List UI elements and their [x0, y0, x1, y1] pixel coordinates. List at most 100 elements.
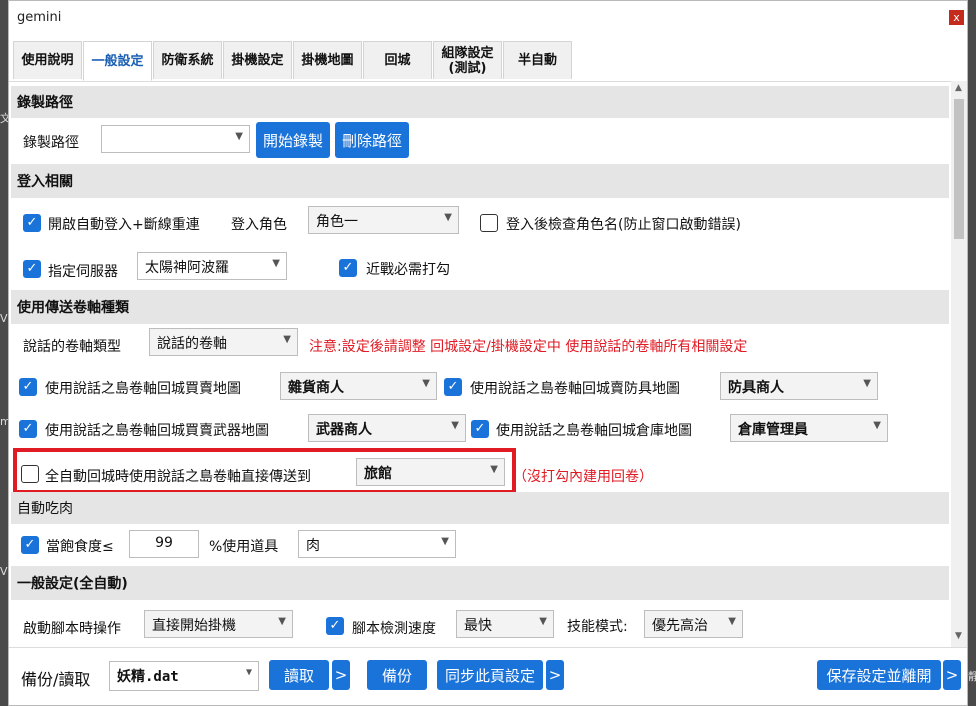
server-value: 太陽神阿波羅 — [145, 260, 229, 276]
satiety-input[interactable]: 99 — [129, 530, 199, 558]
window-title: gemini — [17, 10, 62, 25]
check-name-label: 登入後檢查角色名(防止窗口啟動錯誤) — [506, 217, 741, 233]
chevron-down-icon: ▼ — [539, 616, 547, 627]
start-action-value: 直接開始掛機 — [152, 618, 236, 634]
tab-return-town[interactable]: 回城 — [363, 41, 432, 79]
chevron-down-icon: ▼ — [278, 616, 286, 627]
scroll-up-icon[interactable]: ▲ — [955, 83, 962, 93]
title-bar: gemini x — [9, 1, 967, 35]
login-role-select[interactable]: 角色一 ▼ — [308, 206, 459, 234]
chevron-down-icon: ▼ — [283, 334, 291, 345]
login-role-value: 角色一 — [316, 214, 358, 230]
chevron-down-icon: ▼ — [451, 420, 459, 431]
chevron-down-icon: ▼ — [444, 212, 452, 223]
desktop-glyph: 靜 — [968, 670, 976, 683]
chevron-down-icon: ▼ — [441, 536, 449, 547]
scroll-notice-text: 注意:設定後請調整 回城設定/掛機設定中 使用說話的卷軸所有相關設定 — [309, 339, 748, 355]
save-and-exit-button[interactable]: 保存設定並離開 — [817, 660, 941, 690]
main-window: gemini x 使用說明 一般設定 防衛系統 掛機設定 掛機地圖 回城 組隊設… — [8, 0, 968, 706]
backup-file-select[interactable]: 妖精.dat ▼ — [109, 661, 259, 691]
sell-map-checkbox[interactable]: ✓ — [19, 378, 37, 396]
melee-checkbox[interactable]: ✓ — [339, 259, 357, 277]
server-checkbox[interactable]: ✓ — [23, 260, 41, 278]
storage-map-select[interactable]: 倉庫管理員 ▼ — [730, 414, 888, 442]
vertical-scrollbar[interactable]: ▲ ▼ — [951, 81, 967, 647]
save-more-button[interactable]: > — [943, 660, 961, 690]
item-select[interactable]: 肉 ▼ — [298, 530, 456, 558]
tab-party-settings-label: 組隊設定 (測試) — [441, 45, 494, 76]
tab-afk-settings[interactable]: 掛機設定 — [223, 41, 292, 79]
section-header-scroll-type: 使用傳送卷軸種類 — [11, 290, 949, 324]
armor-map-select[interactable]: 防具商人 ▼ — [720, 372, 878, 400]
skill-mode-value: 優先高治 — [652, 618, 708, 634]
satiety-checkbox[interactable]: ✓ — [21, 536, 39, 554]
scroll-type-select[interactable]: 說話的卷軸 ▼ — [149, 328, 298, 356]
start-action-select[interactable]: 直接開始掛機 ▼ — [144, 610, 293, 638]
storage-map-checkbox[interactable]: ✓ — [471, 420, 489, 438]
tab-semi-auto[interactable]: 半自動 — [503, 41, 572, 79]
start-record-button[interactable]: 開始錄製 — [256, 122, 330, 158]
skill-mode-select[interactable]: 優先高治 ▼ — [644, 610, 743, 638]
section-header-record-path: 錄製路徑 — [11, 86, 949, 118]
desktop-glyph: V — [0, 565, 8, 578]
item-value: 肉 — [306, 538, 320, 554]
backup-label: 備份/讀取 — [21, 670, 91, 689]
armor-map-value: 防具商人 — [728, 380, 784, 396]
server-select[interactable]: 太陽神阿波羅 ▼ — [137, 252, 287, 280]
armor-map-label: 使用說話之島卷軸回城賣防具地圖 — [470, 381, 680, 397]
sell-map-label: 使用說話之島卷軸回城買賣地圖 — [45, 381, 241, 397]
chevron-down-icon: ▼ — [728, 616, 736, 627]
chevron-down-icon: ▼ — [272, 258, 280, 269]
satiety-label: 當飽食度≤ — [46, 539, 114, 555]
auto-login-label: 開啟自動登入+斷線重連 — [48, 217, 200, 233]
direct-teleport-checkbox[interactable] — [21, 465, 39, 483]
use-item-label: %使用道具 — [209, 539, 279, 555]
detect-speed-value: 最快 — [464, 618, 492, 634]
desktop-background-right — [968, 0, 976, 706]
section-header-general: 一般設定(全自動) — [11, 566, 949, 600]
close-button[interactable]: x — [949, 10, 964, 25]
detect-speed-checkbox[interactable]: ✓ — [326, 617, 344, 635]
direct-teleport-note: （沒打勾內建用回卷） — [513, 469, 653, 485]
sell-map-select[interactable]: 雜貨商人 ▼ — [280, 372, 437, 400]
detect-speed-label: 腳本檢測速度 — [352, 621, 436, 637]
backup-file-value: 妖精.dat — [117, 669, 179, 685]
weapon-map-select[interactable]: 武器商人 ▼ — [308, 414, 466, 442]
footer-bar: 備份/讀取 妖精.dat ▼ 讀取 > 備份 同步此頁設定 > 保存設定並離開 … — [9, 647, 967, 705]
section-header-login: 登入相關 — [11, 164, 949, 198]
tab-general-settings[interactable]: 一般設定 — [83, 41, 152, 81]
chevron-down-icon: ▼ — [235, 131, 243, 142]
settings-panel: 錄製路徑 錄製路徑 ▼ 開始錄製 刪除路徑 登入相關 ✓ 開啟自動登入+斷線重連… — [9, 81, 951, 647]
sync-page-button[interactable]: 同步此頁設定 — [437, 660, 543, 690]
record-path-label: 錄製路徑 — [23, 135, 79, 151]
desktop-background-left — [0, 0, 8, 706]
check-name-checkbox[interactable] — [480, 214, 498, 232]
weapon-map-value: 武器商人 — [316, 422, 372, 438]
sync-more-button[interactable]: > — [546, 660, 564, 690]
detect-speed-select[interactable]: 最快 ▼ — [456, 610, 554, 638]
scrollbar-thumb[interactable] — [954, 99, 964, 239]
storage-map-label: 使用說話之島卷軸回城倉庫地圖 — [496, 423, 692, 439]
tab-afk-map[interactable]: 掛機地圖 — [293, 41, 362, 79]
direct-teleport-label: 全自動回城時使用說話之島卷軸直接傳送到 — [45, 469, 311, 485]
scroll-down-icon[interactable]: ▼ — [955, 631, 962, 641]
backup-button[interactable]: 備份 — [367, 660, 427, 690]
chevron-down-icon: ▼ — [873, 420, 881, 431]
direct-teleport-select[interactable]: 旅館 ▼ — [356, 458, 505, 486]
melee-label: 近戰必需打勾 — [366, 262, 450, 278]
tab-instructions[interactable]: 使用說明 — [13, 41, 82, 79]
chevron-down-icon: ▼ — [863, 378, 871, 389]
record-path-combo[interactable]: ▼ — [101, 125, 250, 153]
armor-map-checkbox[interactable]: ✓ — [444, 378, 462, 396]
read-more-button[interactable]: > — [332, 660, 350, 690]
read-button[interactable]: 讀取 — [269, 660, 329, 690]
tab-party-settings[interactable]: 組隊設定 (測試) — [433, 41, 502, 79]
delete-path-button[interactable]: 刪除路徑 — [335, 122, 409, 158]
chevron-down-icon: ▼ — [422, 378, 430, 389]
close-icon: x — [953, 11, 960, 24]
direct-teleport-value: 旅館 — [364, 466, 392, 482]
weapon-map-label: 使用說話之島卷軸回城買賣武器地圖 — [45, 423, 269, 439]
weapon-map-checkbox[interactable]: ✓ — [19, 420, 37, 438]
auto-login-checkbox[interactable]: ✓ — [23, 214, 41, 232]
tab-defense-system[interactable]: 防衛系統 — [153, 41, 222, 79]
